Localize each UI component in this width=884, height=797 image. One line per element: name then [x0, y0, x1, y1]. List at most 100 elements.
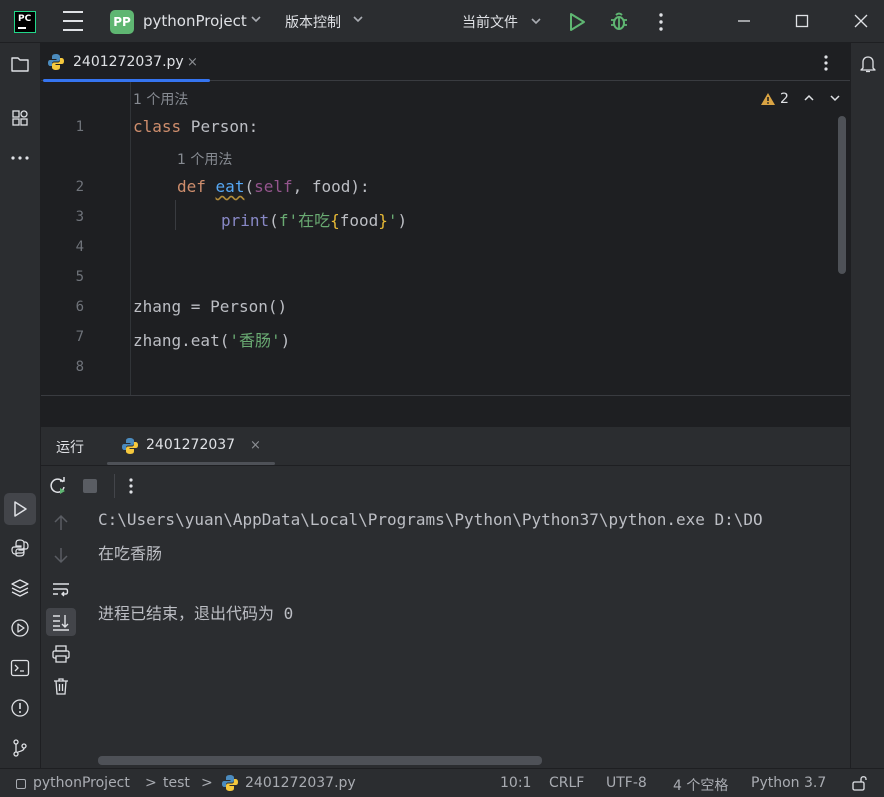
code-line-3: print(f'在吃{food}') — [221, 207, 407, 231]
close-window-button[interactable] — [851, 11, 871, 31]
line-number-gutter: 1 2 3 4 5 6 7 8 — [41, 82, 131, 395]
toolbar-divider — [114, 474, 115, 498]
run-configuration-selector[interactable]: 当前文件 — [462, 12, 518, 32]
soft-wrap-icon[interactable] — [51, 579, 71, 599]
editor-vertical-scrollbar[interactable] — [838, 116, 846, 274]
previous-highlight-icon[interactable] — [803, 91, 815, 105]
minimize-window-button[interactable] — [734, 11, 754, 31]
line-number: 1 — [75, 119, 84, 135]
brace-token: } — [378, 211, 388, 230]
line-number: 3 — [75, 209, 84, 225]
chevron-down-icon[interactable] — [250, 14, 262, 24]
console-side-toolbar — [41, 505, 82, 768]
vcs-menu[interactable]: 版本控制 — [285, 12, 341, 32]
indent-guide — [175, 200, 176, 230]
function-name-token: eat — [215, 177, 245, 196]
run-button[interactable] — [566, 11, 588, 33]
main-menu-hamburger-icon[interactable] — [62, 11, 84, 31]
run-toolbar — [41, 465, 850, 505]
pycharm-logo-icon: PC — [14, 11, 36, 33]
run-tab[interactable]: 2401272037 × — [107, 427, 275, 465]
code-token: Person: — [181, 117, 259, 136]
python-file-icon — [121, 437, 139, 455]
code-editor[interactable]: 1 2 3 4 5 6 7 8 1 个用法 class Person: 1 个用… — [41, 82, 850, 395]
more-tool-windows-icon[interactable] — [9, 147, 31, 169]
editor-tab-label: 2401272037.py — [73, 54, 184, 70]
run-console-output[interactable]: C:\Users\yuan\AppData\Local\Programs\Pyt… — [82, 505, 850, 768]
project-folder-icon[interactable] — [9, 53, 31, 75]
code-token: , food): — [292, 177, 370, 196]
python-file-icon — [221, 774, 239, 792]
project-switcher[interactable]: pythonProject — [143, 12, 247, 30]
title-bar: PC PP pythonProject 版本控制 当前文件 — [0, 0, 884, 43]
line-number: 4 — [75, 239, 84, 255]
keyword-token: def — [177, 177, 206, 196]
structure-icon[interactable] — [9, 107, 31, 129]
left-tool-strip — [0, 43, 41, 768]
code-line-7: zhang.eat('香肠') — [133, 327, 290, 351]
interpreter-widget[interactable]: Python 3.7 — [751, 775, 826, 791]
chevron-down-icon[interactable] — [352, 14, 364, 24]
chevron-down-icon[interactable] — [530, 16, 542, 26]
string-token: f'在吃 — [278, 211, 331, 230]
bug-icon — [611, 12, 627, 30]
code-token: ( — [269, 211, 279, 230]
more-actions-icon[interactable] — [654, 11, 668, 33]
warning-icon — [761, 93, 775, 105]
panel-splitter[interactable] — [41, 395, 850, 427]
problems-icon[interactable] — [9, 697, 31, 719]
indent-widget[interactable]: 4 个空格 — [673, 775, 728, 795]
play-icon — [570, 13, 585, 31]
brace-token: { — [330, 211, 340, 230]
line-separator-widget[interactable]: CRLF — [549, 775, 584, 791]
console-line: 进程已结束，退出代码为 0 — [98, 604, 294, 623]
close-run-tab-icon[interactable]: × — [250, 438, 261, 453]
right-tool-strip — [850, 43, 884, 768]
warnings-indicator[interactable]: 2 — [760, 91, 789, 107]
editor-tab-file[interactable]: 2401272037.py × — [41, 43, 211, 82]
next-highlight-icon[interactable] — [829, 91, 841, 105]
string-token: ' — [387, 211, 398, 230]
breadcrumb-separator: > — [145, 775, 157, 791]
breadcrumb-folder[interactable]: test — [163, 775, 190, 791]
code-line-2: def eat(self, food): — [177, 177, 370, 196]
python-file-icon — [47, 53, 65, 71]
code-token: ( — [244, 177, 255, 196]
run-tool-window-icon[interactable] — [4, 493, 36, 525]
stop-icon[interactable] — [82, 478, 98, 494]
usage-hint[interactable]: 1 个用法 — [177, 149, 232, 169]
line-number: 7 — [75, 329, 84, 345]
arrow-up-icon[interactable] — [52, 513, 70, 533]
tab-actions-more-icon[interactable] — [821, 53, 831, 73]
maximize-window-button[interactable] — [792, 11, 812, 31]
trash-icon[interactable] — [51, 676, 71, 696]
code-token: ) — [397, 211, 408, 230]
arrow-down-icon[interactable] — [52, 545, 70, 565]
close-tab-icon[interactable]: × — [187, 55, 198, 70]
keyword-token: class — [133, 117, 182, 136]
rerun-icon[interactable] — [48, 476, 68, 496]
code-line-1: class Person: — [133, 117, 258, 136]
notifications-bell-icon[interactable] — [857, 53, 879, 75]
caret-position[interactable]: 10:1 — [500, 775, 531, 791]
git-branch-icon[interactable] — [9, 737, 31, 759]
lock-icon[interactable] — [851, 774, 869, 792]
console-horizontal-scrollbar[interactable] — [98, 756, 542, 765]
console-line: 在吃香肠 — [98, 544, 163, 563]
module-icon — [16, 779, 26, 789]
print-icon[interactable] — [51, 644, 71, 664]
project-badge[interactable]: PP — [110, 10, 134, 34]
python-packages-icon[interactable] — [9, 577, 31, 599]
python-console-icon[interactable] — [9, 537, 31, 559]
scroll-to-end-icon[interactable] — [46, 608, 76, 636]
terminal-icon[interactable] — [9, 657, 31, 679]
code-token: ) — [280, 331, 291, 350]
debug-button[interactable] — [608, 10, 630, 32]
encoding-widget[interactable]: UTF-8 — [606, 775, 647, 791]
usage-hint[interactable]: 1 个用法 — [133, 89, 188, 109]
breadcrumb-project[interactable]: pythonProject — [33, 775, 130, 791]
services-icon[interactable] — [9, 617, 31, 639]
console-line: C:\Users\yuan\AppData\Local\Programs\Pyt… — [98, 510, 763, 529]
breadcrumb-file[interactable]: 2401272037.py — [245, 775, 356, 791]
run-more-actions-icon[interactable] — [126, 476, 136, 496]
